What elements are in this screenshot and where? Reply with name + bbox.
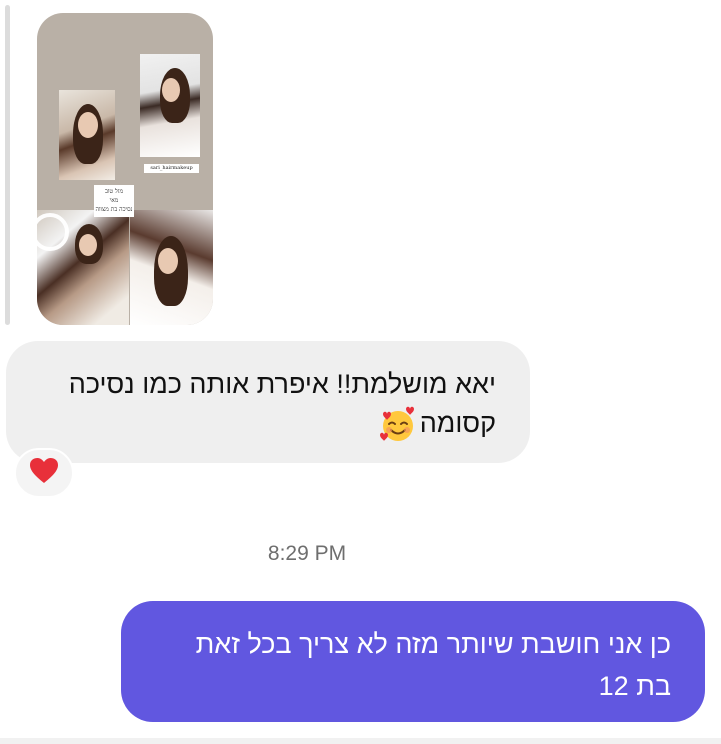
message-text-line: כן אני חושבת שיותר מזה לא צריך בכל זאת xyxy=(195,629,671,659)
message-text: קסומה xyxy=(419,408,496,438)
message-text-line-2: קסומה xyxy=(26,404,496,445)
heart-reaction[interactable] xyxy=(14,448,74,498)
story-credit-tag: sari_hairmakeup xyxy=(144,164,199,173)
story-photo xyxy=(130,210,213,325)
incoming-message-bubble[interactable]: יאא מושלמת!! איפרת אותה כמו נסיכה קסומה xyxy=(6,341,530,463)
story-reply-indicator xyxy=(5,5,10,325)
smiling-face-with-hearts-icon xyxy=(378,405,418,445)
story-caption-line: מאי xyxy=(109,197,119,204)
heart-icon xyxy=(29,457,59,490)
message-text-line: יאא מושלמת!! איפרת אותה כמו נסיכה xyxy=(68,369,496,399)
story-caption-line: נסיכה בת מצווה xyxy=(95,206,133,213)
story-photo xyxy=(140,54,200,157)
story-caption: מזל טוב מאי נסיכה בת מצווה xyxy=(94,185,134,217)
story-photo xyxy=(59,90,115,180)
story-reply-thumbnail[interactable]: sari_hairmakeup מזל טוב מאי נסיכה בת מצו… xyxy=(37,13,213,325)
outgoing-message-bubble[interactable]: כן אני חושבת שיותר מזה לא צריך בכל זאת ב… xyxy=(121,601,705,722)
story-caption-line: מזל טוב xyxy=(105,188,123,195)
message-text-line-2: בת 12 xyxy=(598,671,671,701)
message-composer-edge xyxy=(0,738,721,744)
message-timestamp: 8:29 PM xyxy=(267,542,347,565)
